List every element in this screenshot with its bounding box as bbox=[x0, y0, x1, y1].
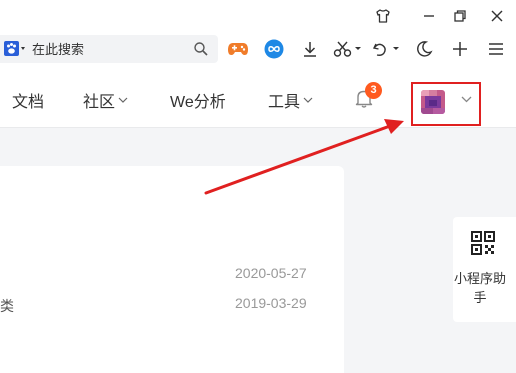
minimize-icon[interactable] bbox=[416, 4, 442, 28]
list-item-date: 2019-03-29 bbox=[235, 295, 307, 311]
qr-code-icon bbox=[471, 231, 495, 255]
shirt-icon[interactable] bbox=[370, 4, 396, 28]
nav-tools[interactable]: 工具 bbox=[268, 88, 313, 112]
search-icon[interactable] bbox=[193, 41, 209, 57]
nav-we-analysis[interactable]: We分析 bbox=[170, 88, 226, 112]
close-icon[interactable] bbox=[484, 4, 510, 28]
site-top-nav: 文档 社区 We分析 工具 3 bbox=[0, 66, 516, 128]
chevron-down-icon bbox=[118, 97, 128, 103]
scissors-icon[interactable] bbox=[332, 37, 364, 61]
infinity-icon[interactable] bbox=[262, 37, 286, 61]
gamepad-icon[interactable] bbox=[226, 37, 250, 61]
undo-icon[interactable] bbox=[370, 37, 402, 61]
list-item-title[interactable]: 类 bbox=[0, 296, 14, 316]
moon-icon[interactable] bbox=[412, 37, 436, 61]
browser-title-bar bbox=[0, 0, 516, 32]
chevron-down-icon[interactable] bbox=[461, 96, 472, 103]
menu-icon[interactable] bbox=[484, 37, 508, 61]
notification-badge: 3 bbox=[365, 82, 382, 99]
nav-docs-label: 文档 bbox=[12, 94, 45, 111]
plus-icon[interactable] bbox=[448, 37, 472, 61]
search-box bbox=[0, 35, 218, 63]
nav-community-label: 社区 bbox=[83, 94, 116, 111]
list-item-date: 2020-05-27 bbox=[235, 265, 307, 281]
nav-tools-label: 工具 bbox=[268, 94, 301, 111]
download-icon[interactable] bbox=[298, 37, 322, 61]
web-page: 文档 社区 We分析 工具 3 2020-05-27 类 2019-03-29 … bbox=[0, 66, 516, 373]
mini-program-assistant[interactable]: 小程序助手 bbox=[453, 217, 516, 322]
account-menu[interactable] bbox=[411, 82, 481, 126]
restore-icon[interactable] bbox=[447, 4, 473, 28]
search-input[interactable] bbox=[32, 39, 182, 59]
baidu-paw-icon[interactable] bbox=[4, 41, 26, 57]
content-card: 2020-05-27 类 2019-03-29 bbox=[0, 166, 344, 373]
mini-program-label: 小程序助手 bbox=[453, 271, 506, 305]
browser-toolbar bbox=[0, 32, 516, 66]
chevron-down-icon bbox=[303, 97, 313, 103]
nav-we-analysis-label: We分析 bbox=[170, 94, 226, 111]
nav-docs[interactable]: 文档 bbox=[12, 88, 44, 112]
nav-community[interactable]: 社区 bbox=[83, 88, 128, 112]
avatar[interactable] bbox=[421, 90, 445, 114]
